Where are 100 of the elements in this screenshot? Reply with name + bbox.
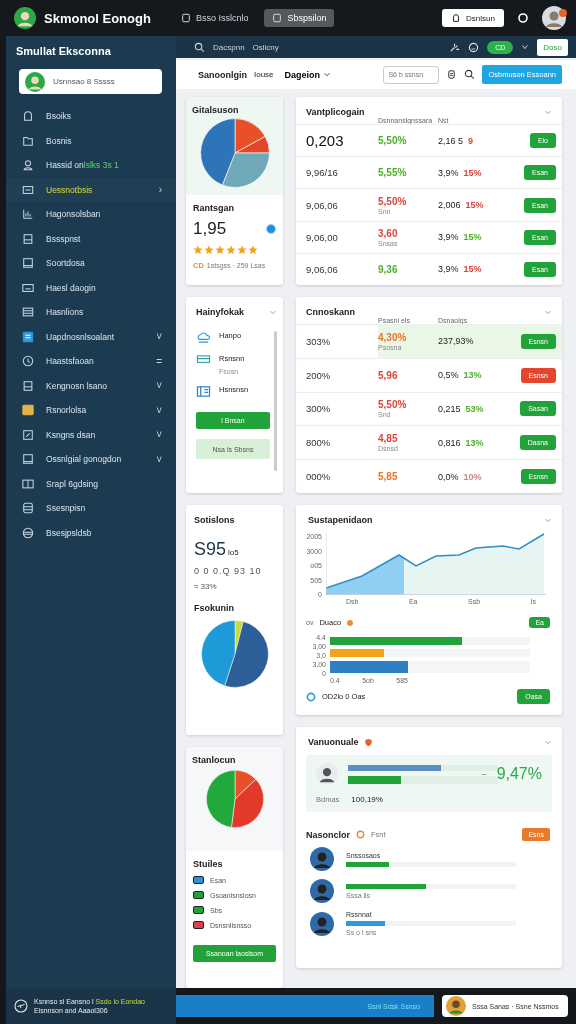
nav-item[interactable]: Hagonsolsban <box>6 202 176 227</box>
header-link[interactable]: Oslicny <box>252 42 279 52</box>
card-title: Stuiles <box>193 859 224 869</box>
clipboard-icon[interactable] <box>446 69 458 81</box>
nav-item[interactable]: Uapdnosnlsoalant ˅ <box>6 324 176 349</box>
card-title: Vantplicogain <box>306 107 365 117</box>
avatar-icon <box>25 71 45 92</box>
nav-item[interactable]: Haastsfaoan = <box>6 349 176 374</box>
table-cell-text: 300% <box>306 403 332 415</box>
nav-item[interactable]: Soortdosa <box>6 251 176 276</box>
chevron: › <box>158 184 162 196</box>
nav-item[interactable]: Ossnlgial gonogdon ˅ <box>6 447 176 472</box>
top-tab[interactable]: Bsso Isslcnlo <box>172 9 257 27</box>
nav-item[interactable]: Haesl daogin <box>6 275 176 300</box>
chevron-icon <box>323 70 332 79</box>
book-icon <box>22 477 34 490</box>
page-subtitle: Iouse <box>254 70 274 80</box>
header-link[interactable]: Dacspnn <box>213 42 245 52</box>
pie-chart-drawing <box>204 769 265 829</box>
table-cell: 3,60 <box>378 227 398 239</box>
profile-card[interactable]: Usnnsao 8 Sssss <box>19 69 162 94</box>
page-title: Sanoonlgin <box>198 69 247 80</box>
shield-icon <box>363 737 373 747</box>
chart-icon <box>22 208 34 221</box>
table-cell-text: 0,203 <box>306 132 345 150</box>
nav-item[interactable]: Bsesjpsldsb <box>6 520 176 545</box>
table-cell: 15% <box>463 167 482 178</box>
chevron: ˅ <box>156 404 162 416</box>
sparkle-icon[interactable] <box>449 41 461 53</box>
nav-item[interactable]: Ssesnpisn <box>6 496 176 521</box>
calendar-icon <box>22 306 34 319</box>
nav-item[interactable]: Ksngns dsan ˅ <box>6 422 176 447</box>
chevron: = <box>156 355 162 367</box>
table-cell-text: 000% <box>306 471 332 483</box>
search-icon[interactable] <box>194 41 205 53</box>
account-button[interactable]: Dsnlsun <box>442 9 504 27</box>
scrollbar[interactable] <box>274 331 277 471</box>
avatar-icon <box>446 996 466 1016</box>
card-title: Rantsgan <box>193 203 235 213</box>
clock-icon <box>22 355 34 368</box>
nav-item[interactable]: Kengnosn lsano ˅ <box>6 373 176 398</box>
table-cell: 15% <box>463 264 482 275</box>
chevron: ˅ <box>156 331 162 343</box>
avatar-icon <box>316 763 338 785</box>
disk-icon <box>22 526 34 539</box>
table-cell: 5,55% <box>378 167 407 179</box>
card-title: Gitalsuson <box>192 105 239 115</box>
nav-item[interactable]: Rsnorlolsa ˅ <box>6 398 176 423</box>
note-icon <box>22 330 34 343</box>
nav-item[interactable]: Hassid onlslks 3s 1 <box>6 153 176 178</box>
nav-item[interactable]: Hasnlions <box>6 300 176 325</box>
avatar-icon <box>310 847 334 871</box>
status-dot <box>347 619 354 626</box>
table-cell: 9,36 <box>378 263 398 275</box>
window-icon <box>22 257 34 270</box>
doc-icon <box>22 232 34 245</box>
search-icon[interactable] <box>464 69 476 81</box>
table-cell: 237,93% <box>438 336 474 347</box>
table-cell: 2,006 <box>438 200 461 210</box>
card-title: Sustapenidaon <box>308 515 373 525</box>
info-dot <box>266 224 276 234</box>
table-cell-text: 200% <box>306 369 332 381</box>
cloud-icon <box>196 331 211 344</box>
nav-item[interactable]: Srapl 6gdsing <box>6 471 176 496</box>
card-title: Cnnoskann <box>306 307 355 317</box>
window-icon <box>22 453 34 466</box>
table-cell: 5,50% <box>378 195 407 207</box>
header-button[interactable]: Doso <box>537 38 568 56</box>
table-cell: 10% <box>463 471 482 482</box>
section-title: Nasonclor <box>306 829 350 840</box>
nav-item[interactable]: Bssspnst <box>6 226 176 251</box>
table-cell: 5,96 <box>378 369 398 381</box>
table-cell: 4,30% <box>378 331 407 343</box>
bank-icon <box>196 385 211 398</box>
status-icon[interactable] <box>517 12 529 24</box>
stat-detail: 0 0 0.Q 93 10 <box>194 566 263 576</box>
table-cell: 15% <box>465 200 484 210</box>
chevron-icon[interactable] <box>521 43 530 52</box>
app-title: Skmonol Eonogh <box>44 10 151 26</box>
avatar-icon[interactable] <box>542 6 566 30</box>
table-cell: 3,9% <box>438 232 459 243</box>
profile-name: Usnnsao 8 Sssss <box>53 77 115 86</box>
tab-icon <box>180 13 191 23</box>
folder-icon <box>22 134 34 147</box>
chevron: ˅ <box>156 380 162 392</box>
rating-value: 1,95 <box>193 219 227 239</box>
table-cell-text: 303% <box>306 335 332 347</box>
nav-item[interactable]: Bsoiks <box>6 104 176 129</box>
nav-item[interactable]: Uessnotbsis › <box>6 177 176 202</box>
nav-item[interactable]: Bosnis <box>6 128 176 153</box>
stat-value: S95 <box>194 539 227 560</box>
table-cell: 5,85 <box>378 471 398 483</box>
dropdown[interactable]: Dageion <box>280 69 332 80</box>
top-tab[interactable]: Sbspsilon <box>264 9 335 27</box>
tab-icon <box>272 13 283 23</box>
avatar-icon <box>310 911 334 936</box>
screen-icon <box>22 183 34 196</box>
table-cell: 4,85 <box>378 433 398 445</box>
smiley-icon[interactable] <box>468 41 480 53</box>
bell-icon <box>451 13 462 23</box>
